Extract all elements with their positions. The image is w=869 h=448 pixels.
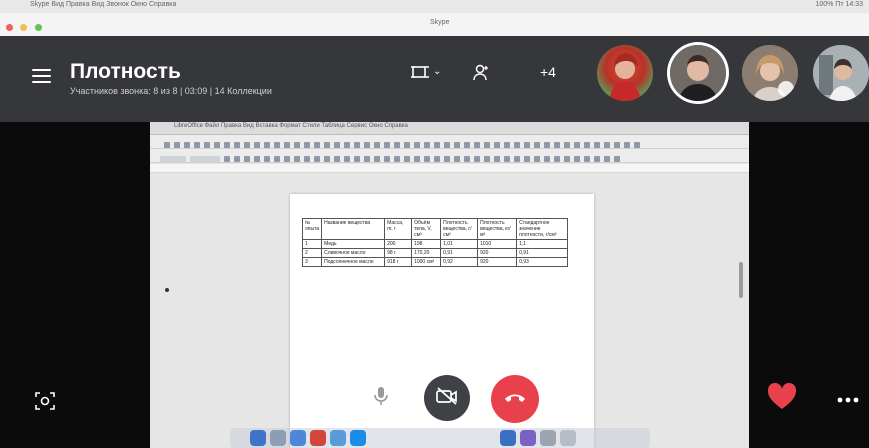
more-options-icon[interactable]: [833, 388, 863, 412]
table-header-cell: Плотность вещества, кг/м³: [477, 218, 518, 240]
finder-icon: [250, 430, 266, 446]
shared-ruler: [150, 164, 749, 173]
microphone-button[interactable]: [360, 377, 402, 419]
heart-reaction-button[interactable]: [764, 382, 800, 416]
chevron-down-icon[interactable]: ⌄: [433, 66, 441, 77]
app-icon: [290, 430, 306, 446]
table-cell: 170,20: [411, 248, 442, 258]
screenshot-icon[interactable]: [32, 388, 58, 414]
zoom-window-icon[interactable]: [34, 24, 42, 31]
microphone-icon: [373, 386, 389, 411]
fullscreen-icon[interactable]: [410, 64, 430, 84]
table-cell: 98 г: [384, 248, 413, 258]
vertical-scrollbar[interactable]: [739, 262, 743, 298]
close-window-icon[interactable]: [6, 24, 13, 31]
call-title: Плотность: [70, 60, 181, 83]
table-row: 1 Медь 200 198 1,01 1010 1,1: [301, 239, 569, 249]
table-row: 3 Подсолнечное масло 918 г 1000 см³ 0,92…: [301, 257, 569, 267]
video-toggle-button[interactable]: [424, 375, 470, 421]
participant-avatar-4[interactable]: [813, 45, 869, 101]
mouse-cursor-icon: [165, 288, 169, 292]
app-icon: [330, 430, 346, 446]
app-icon: [270, 430, 286, 446]
table-cell: 200: [384, 239, 413, 249]
shared-app-menubar: LibreOffice Файл Правка Вид Вставка Форм…: [150, 122, 749, 135]
app-icon: [560, 430, 576, 446]
add-person-icon[interactable]: [472, 64, 490, 86]
table-header-row: № опыта Название вещества Масса, m, г Об…: [301, 218, 569, 240]
table-cell: 0,91: [516, 248, 569, 258]
window-title: Skype: [430, 19, 450, 26]
participant-avatar-1[interactable]: [597, 45, 653, 101]
table-cell: 0,91: [440, 248, 479, 258]
participant-avatar-3[interactable]: [742, 45, 798, 101]
call-subtitle: Участников звонка: 8 из 8 | 03:09 | 14 К…: [70, 86, 272, 96]
window-titlebar: Skype: [0, 13, 869, 36]
os-menubar-text: Skype Вид Правка Вид Звонок Окно Справка: [30, 1, 177, 8]
density-table: № опыта Название вещества Масса, m, г Об…: [301, 218, 569, 267]
table-cell: Подсолнечное масло: [321, 257, 386, 267]
heart-icon: [767, 382, 797, 415]
app-icon: [500, 430, 516, 446]
table-cell: 0,92: [440, 257, 479, 267]
table-header-cell: Масса, m, г: [384, 218, 413, 240]
hang-up-icon: [503, 390, 527, 409]
table-cell: 918 г: [384, 257, 413, 267]
table-cell: 920: [477, 257, 518, 267]
table-cell: 1: [301, 239, 323, 249]
table-header-cell: № опыта: [301, 218, 323, 240]
table-row: 2 Сливочное масло 98 г 170,20 0,91 920 0…: [301, 248, 569, 258]
minimize-window-icon[interactable]: [20, 24, 28, 31]
app-icon: [540, 430, 556, 446]
table-cell: Сливочное масло: [321, 248, 386, 258]
os-status-area: 100% Пт 14:33: [815, 1, 863, 8]
skype-icon: [350, 430, 366, 446]
table-header-cell: Плотность вещества, г/см³: [440, 218, 479, 240]
video-off-icon: [435, 386, 459, 411]
window-controls[interactable]: [6, 18, 45, 36]
menu-icon[interactable]: [32, 69, 51, 83]
table-header-cell: Стандартное значение плотности, г/см³: [516, 218, 569, 240]
shared-toolbar-2: [150, 149, 749, 163]
app-icon: [520, 430, 536, 446]
table-cell: 2: [301, 248, 323, 258]
table-cell: 920: [477, 248, 518, 258]
table-cell: Медь: [321, 239, 386, 249]
end-call-button[interactable]: [491, 375, 539, 423]
table-cell: 198: [411, 239, 442, 249]
table-cell: 3: [301, 257, 323, 267]
table-cell: 1010: [477, 239, 518, 249]
os-menubar: Skype Вид Правка Вид Звонок Окно Справка…: [0, 0, 869, 14]
table-cell: 1000 см³: [411, 257, 442, 267]
table-cell: 0,93: [516, 257, 569, 267]
shared-toolbar-1: [150, 135, 749, 149]
more-participants-count[interactable]: +4: [540, 64, 556, 80]
participant-avatar-2[interactable]: [670, 45, 726, 101]
app-icon: [310, 430, 326, 446]
table-cell: 1,1: [516, 239, 569, 249]
table-cell: 1,01: [440, 239, 479, 249]
shared-app-menu-text: LibreOffice Файл Правка Вид Вставка Форм…: [174, 123, 408, 129]
table-header-cell: Объём тела, V, см³: [411, 218, 442, 240]
table-header-cell: Название вещества: [321, 218, 386, 240]
